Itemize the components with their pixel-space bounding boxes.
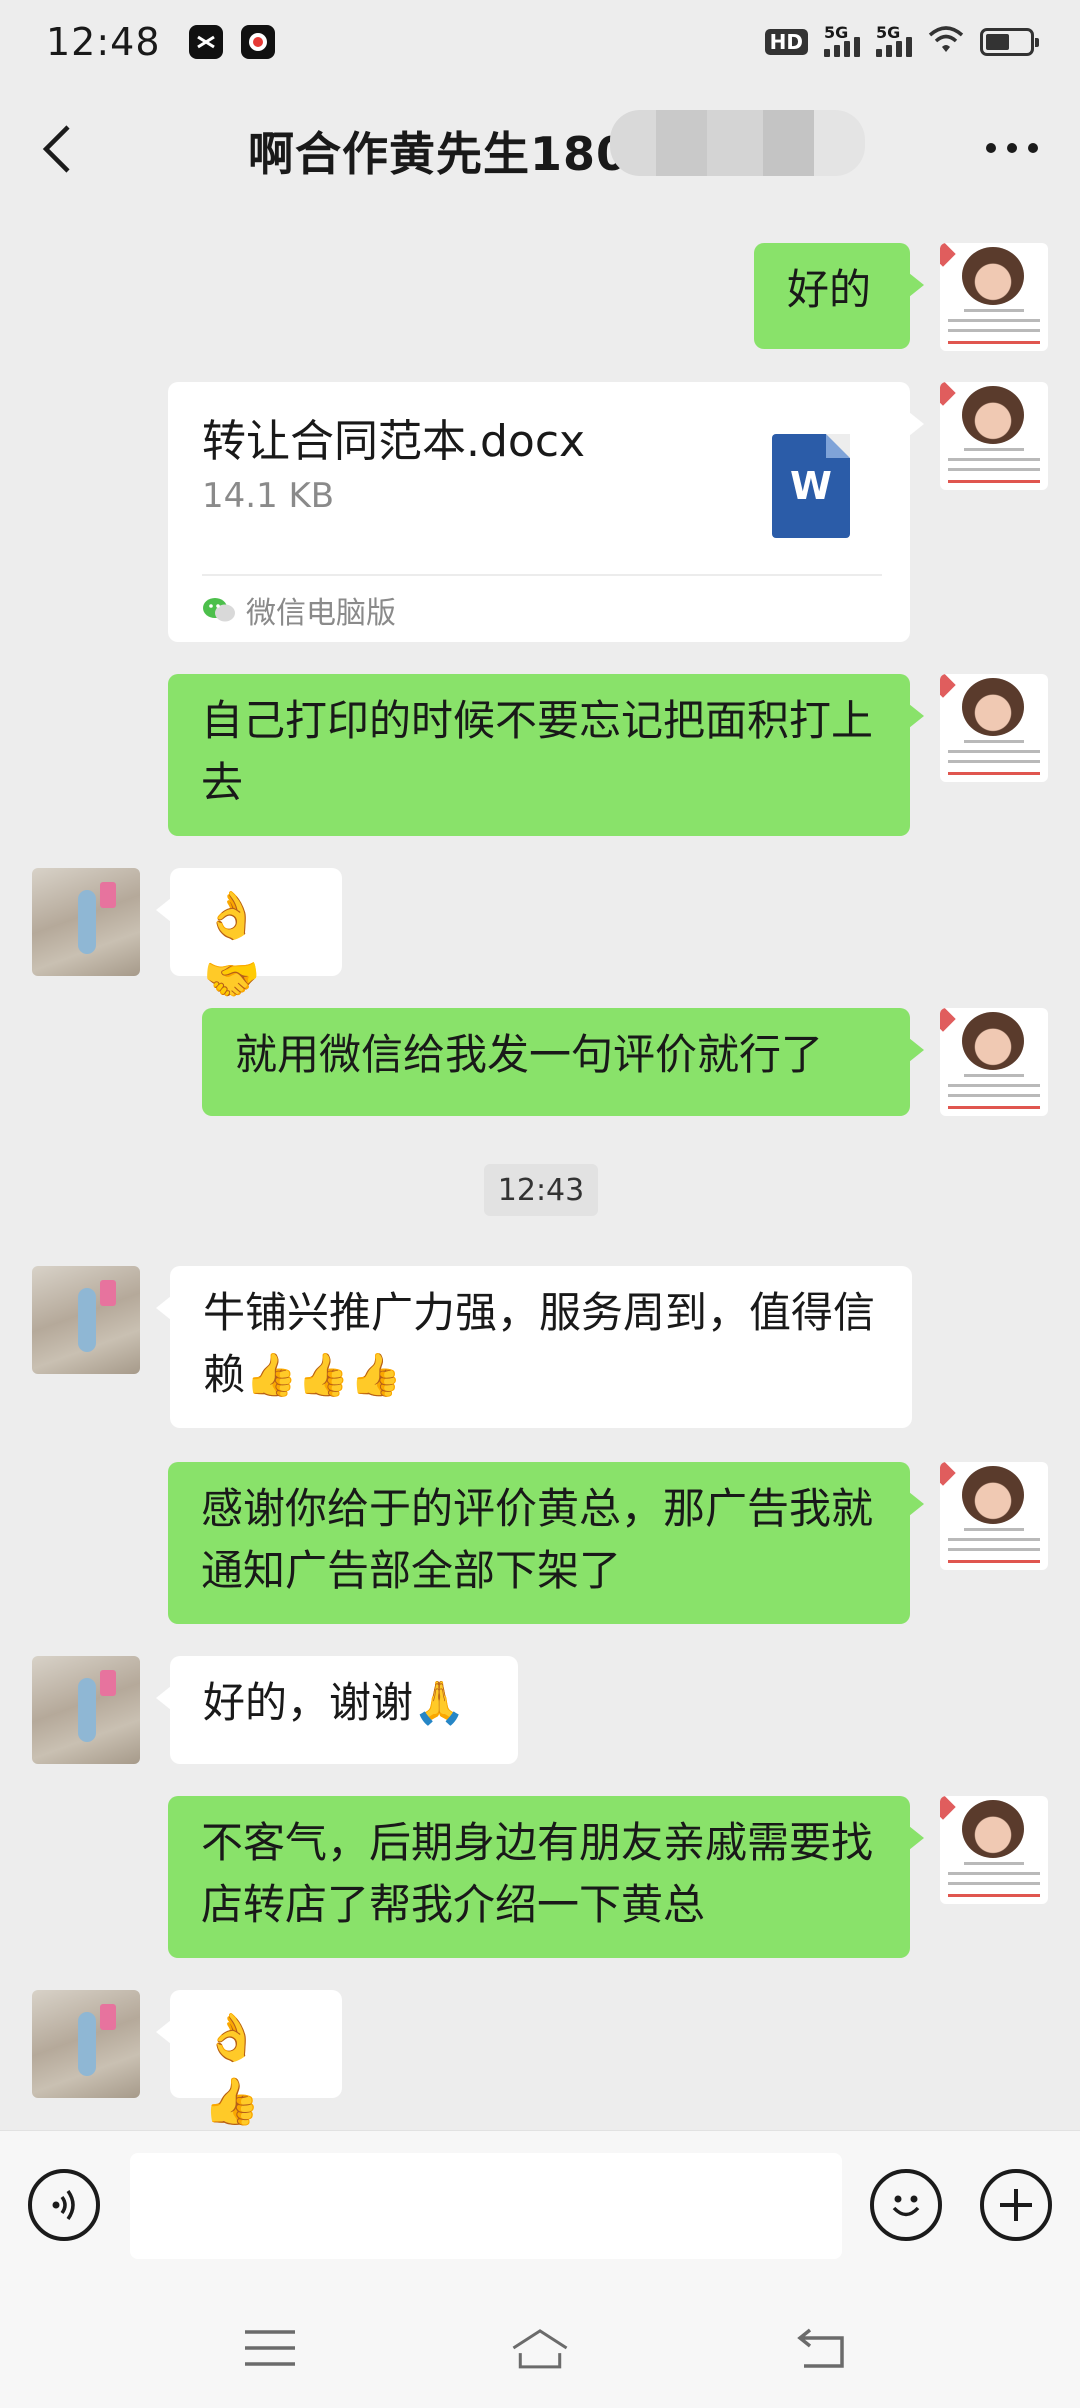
chat-input-bar: [0, 2130, 1080, 2280]
status-time: 12:48: [46, 20, 161, 64]
message-text: 就用微信给我发一句评价就行了: [235, 1030, 824, 1079]
message-text: 感谢你给于的评价黄总，那广告我就通知广告部全部下架了: [201, 1484, 874, 1595]
battery-level: [986, 34, 1010, 50]
status-indicators: HD 5G 5G: [764, 23, 1039, 59]
message-timestamp: 12:43: [484, 1164, 598, 1216]
file-source: 微信电脑版: [202, 588, 396, 632]
avatar[interactable]: [32, 1990, 140, 2098]
chat-bubble-them[interactable]: 牛铺兴推广力强，服务周到，值得信赖👍👍👍: [156, 1266, 912, 1428]
back-button[interactable]: [8, 99, 108, 199]
signal-icon: 5G: [824, 23, 860, 57]
chat-bubble-me[interactable]: 就用微信给我发一句评价就行了: [202, 1008, 924, 1116]
status-bar: 12:48 HD 5G 5G: [0, 0, 1080, 84]
avatar[interactable]: [940, 1796, 1048, 1904]
avatar[interactable]: [940, 1008, 1048, 1116]
system-navigation-bar: [0, 2280, 1080, 2408]
avatar[interactable]: [32, 868, 140, 976]
status-app-icons: [188, 25, 275, 59]
message-emoji: 👌👍: [203, 2010, 261, 2128]
word-document-icon: W: [772, 434, 850, 538]
chat-bubble-me[interactable]: 好的: [754, 243, 924, 349]
battery-icon: [980, 28, 1039, 56]
file-message[interactable]: 转让合同范本.docx 14.1 KB W 微信电脑版: [168, 382, 924, 642]
home-button[interactable]: [510, 2318, 570, 2378]
chat-bubble-me[interactable]: 自己打印的时候不要忘记把面积打上去: [168, 674, 924, 836]
hd-badge: HD: [764, 29, 808, 55]
home-icon: [512, 2329, 568, 2369]
message-text: 牛铺兴推广力强，服务周到，值得信赖👍👍👍: [203, 1288, 876, 1399]
menu-icon: [245, 2330, 295, 2366]
chat-bubble-them[interactable]: 👌🤝: [156, 868, 342, 1006]
redacted-area: [610, 110, 865, 176]
file-name: 转让合同范本.docx: [202, 416, 586, 467]
back-nav-button[interactable]: [792, 2318, 852, 2378]
chat-bubble-me[interactable]: 感谢你给于的评价黄总，那广告我就通知广告部全部下架了: [168, 1462, 924, 1624]
message-input[interactable]: [130, 2153, 842, 2259]
more-button[interactable]: [972, 108, 1052, 188]
file-size: 14.1 KB: [202, 476, 335, 516]
chat-bubble-them[interactable]: 好的，谢谢🙏: [156, 1656, 518, 1764]
wechat-icon: [203, 598, 235, 622]
wifi-icon: [928, 25, 964, 59]
signal-label: 5G: [824, 23, 849, 42]
avatar[interactable]: [940, 382, 1048, 490]
file-source-label: 微信电脑版: [246, 596, 396, 631]
voice-button[interactable]: [28, 2169, 100, 2241]
plus-icon: [1000, 2189, 1032, 2221]
emoji-button[interactable]: [870, 2169, 942, 2241]
more-dots-icon: [986, 143, 1038, 153]
chevron-left-icon: [42, 125, 70, 173]
message-emoji: 👌🤝: [203, 888, 261, 1006]
signal-icon: 5G: [876, 23, 912, 57]
menu-button[interactable]: [240, 2318, 300, 2378]
avatar[interactable]: [940, 674, 1048, 782]
message-text: 好的: [787, 265, 872, 314]
avatar[interactable]: [32, 1266, 140, 1374]
avatar[interactable]: [940, 243, 1048, 351]
record-icon: [240, 25, 275, 59]
chat-bubble-me[interactable]: 不客气，后期身边有朋友亲戚需要找店转店了帮我介绍一下黄总: [168, 1796, 924, 1958]
chat-bubble-them[interactable]: 👌👍: [156, 1990, 342, 2128]
avatar[interactable]: [32, 1656, 140, 1764]
voice-icon: [52, 2189, 75, 2221]
plus-button[interactable]: [980, 2169, 1052, 2241]
avatar[interactable]: [940, 1462, 1048, 1570]
message-text: 不客气，后期身边有朋友亲戚需要找店转店了帮我介绍一下黄总: [201, 1818, 874, 1929]
message-text: 好的，谢谢🙏: [203, 1678, 466, 1727]
emoji-icon: [892, 2195, 920, 2217]
signal-label: 5G: [876, 23, 901, 42]
capcut-icon: [188, 25, 223, 59]
message-text: 自己打印的时候不要忘记把面积打上去: [201, 696, 874, 807]
chat-header: 啊合作黄先生1806: [0, 84, 1080, 214]
divider: [202, 574, 882, 576]
back-icon: [797, 2328, 844, 2368]
word-icon-letter: W: [790, 464, 832, 508]
page-title: 啊合作黄先生1806: [248, 127, 663, 181]
